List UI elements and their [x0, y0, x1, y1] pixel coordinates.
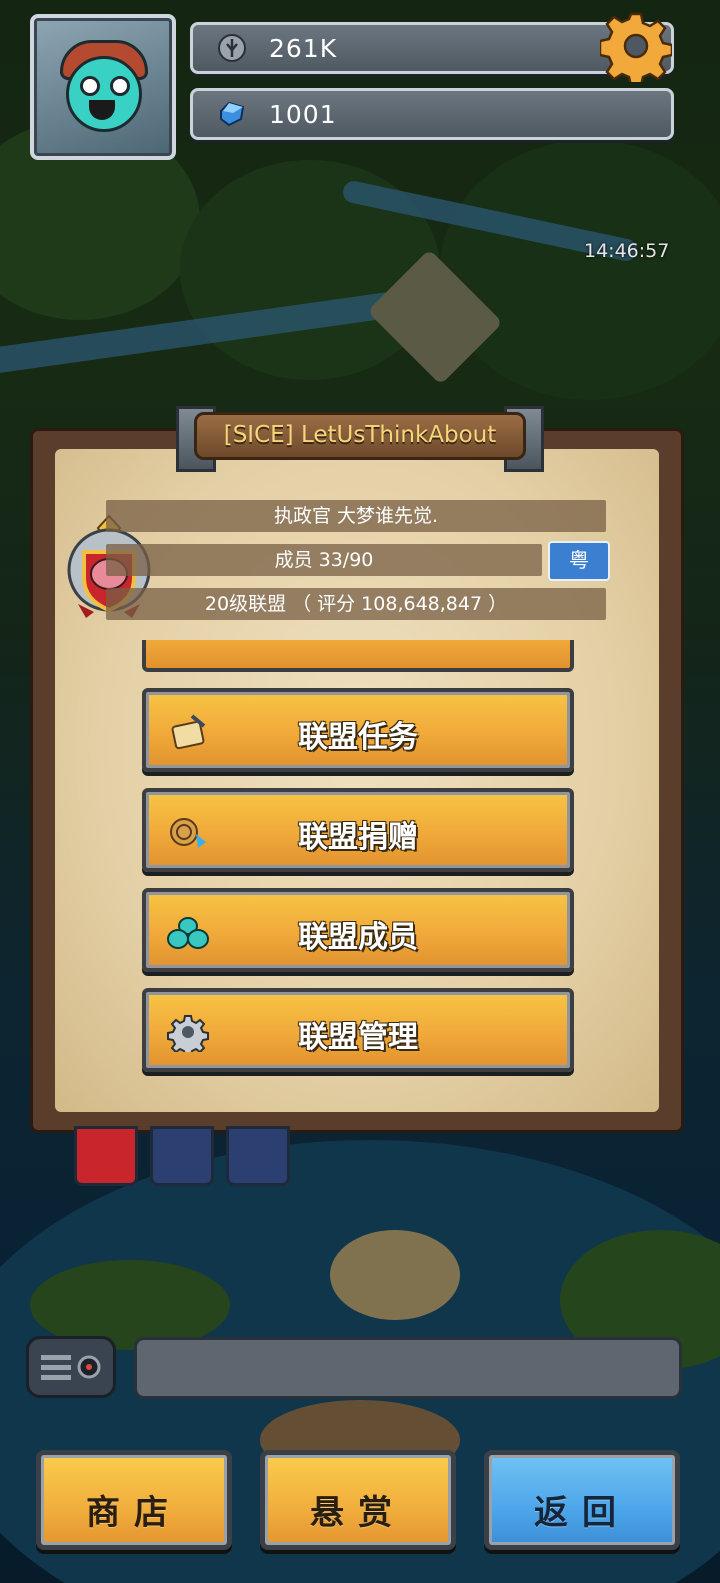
alliance-manage-button[interactable]: 联盟管理	[142, 988, 574, 1072]
vortex-banner-tab[interactable]	[150, 1126, 214, 1186]
bounty-label: 悬赏	[310, 1493, 406, 1533]
silver-coin-icon	[218, 34, 246, 62]
radio-icon	[41, 1355, 101, 1380]
avatar-eye-left	[80, 76, 100, 96]
alliance-donate-button[interactable]: 联盟捐赠	[142, 788, 574, 872]
alliance-donate-label: 联盟捐赠	[298, 820, 418, 855]
swirl-banner-tab[interactable]	[226, 1126, 290, 1186]
back-label: 返回	[534, 1493, 630, 1533]
alliance-members: 成员 33/90	[106, 544, 542, 576]
bounty-button[interactable]: 悬赏	[260, 1450, 456, 1550]
chat-message-box[interactable]	[134, 1337, 682, 1399]
settings-gear-icon[interactable]	[600, 10, 672, 82]
war-banner-tab[interactable]	[74, 1126, 138, 1186]
event-timer: 14:46:57	[584, 240, 670, 262]
alliance-members-button[interactable]: 联盟成员	[142, 888, 574, 972]
alliance-title-banner: [SICE] LetUsThinkAbout	[176, 404, 544, 472]
back-button[interactable]: 返回	[484, 1450, 680, 1550]
hidden-menu-button-partial[interactable]	[142, 640, 574, 672]
alliance-title: [SICE] LetUsThinkAbout	[223, 422, 497, 448]
avatar-eye-right	[110, 76, 130, 96]
player-avatar[interactable]	[30, 14, 176, 160]
language-badge[interactable]: 粤	[548, 541, 610, 581]
alliance-leader: 执政官 大梦谁先觉.	[106, 500, 606, 532]
alliance-level-score: 20级联盟 （ 评分 108,648,847 ）	[106, 588, 606, 620]
alliance-quest-button[interactable]: 联盟任务	[142, 688, 574, 772]
gem-amount: 1001	[269, 100, 337, 129]
shop-button[interactable]: 商店	[36, 1450, 232, 1550]
shop-label: 商店	[86, 1493, 182, 1533]
alliance-manage-label: 联盟管理	[298, 1020, 418, 1055]
alliance-members-label: 联盟成员	[298, 920, 418, 955]
gem-currency-bar: 1001	[190, 88, 674, 140]
silver-amount: 261K	[269, 34, 338, 63]
avatar-face	[66, 56, 142, 132]
chat-radio-button[interactable]	[26, 1336, 116, 1398]
alliance-quest-label: 联盟任务	[298, 720, 418, 755]
gem-icon	[220, 101, 245, 127]
